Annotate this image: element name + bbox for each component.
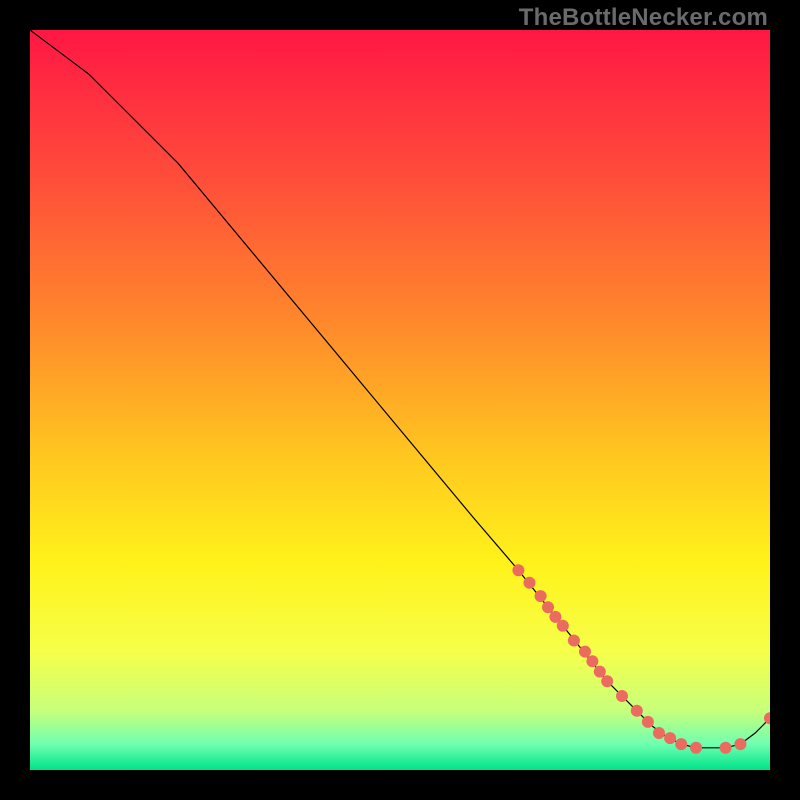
scatter-point [690, 742, 702, 754]
scatter-point [594, 666, 606, 678]
scatter-point [720, 742, 732, 754]
plot-area [30, 30, 770, 770]
scatter-point [764, 712, 770, 724]
scatter-point [601, 675, 613, 687]
chart-stage: TheBottleNecker.com [0, 0, 800, 800]
scatter-point [523, 577, 535, 589]
scatter-point [642, 716, 654, 728]
scatter-point [631, 705, 643, 717]
bottleneck-curve [30, 30, 770, 748]
scatter-point [512, 564, 524, 576]
scatter-point [535, 590, 547, 602]
chart-svg [30, 30, 770, 770]
scatter-point [586, 655, 598, 667]
scatter-point [557, 620, 569, 632]
scatter-point [568, 634, 580, 646]
scatter-point [616, 690, 628, 702]
scatter-point [664, 732, 676, 744]
scatter-point [675, 738, 687, 750]
scatter-markers [512, 564, 770, 754]
scatter-point [734, 738, 746, 750]
watermark-text: TheBottleNecker.com [519, 4, 768, 32]
scatter-point [579, 646, 591, 658]
scatter-point [542, 601, 554, 613]
scatter-point [653, 727, 665, 739]
